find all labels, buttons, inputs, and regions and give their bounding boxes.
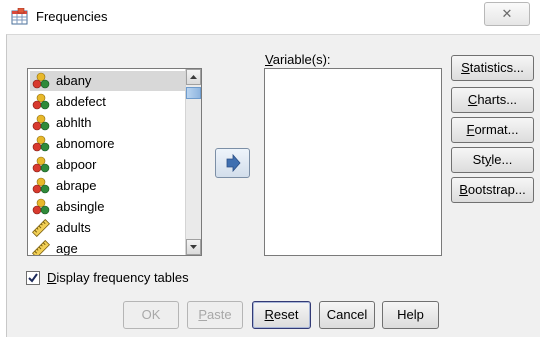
variable-item-abany[interactable]: abany	[30, 71, 185, 91]
format-button[interactable]: Format...	[451, 117, 534, 143]
variable-label: adults	[56, 220, 91, 235]
source-variable-list[interactable]: abany abdefect abhlth abnomore abpoor abrape a…	[27, 68, 202, 256]
frequencies-app-icon	[11, 8, 28, 25]
cancel-button[interactable]: Cancel	[319, 301, 375, 329]
variable-label: abnomore	[56, 136, 115, 151]
variable-item-abnomore[interactable]: abnomore	[30, 134, 185, 154]
scroll-up-arrow[interactable]	[186, 69, 201, 85]
nominal-icon	[32, 114, 50, 132]
variable-item-abpoor[interactable]: abpoor	[30, 155, 185, 175]
display-frequency-tables-checkbox[interactable]	[26, 271, 40, 285]
target-variables-list[interactable]	[264, 68, 442, 256]
scroll-up-icon	[190, 75, 197, 79]
variable-label: abhlth	[56, 115, 92, 130]
close-button[interactable]: ✕	[484, 2, 530, 26]
checkmark-icon	[28, 273, 38, 283]
scroll-down-icon	[190, 245, 197, 249]
nominal-icon	[32, 93, 50, 111]
variable-label: age	[56, 241, 78, 256]
variable-item-adults[interactable]: adults	[30, 218, 185, 238]
ok-button[interactable]: OK	[123, 301, 179, 329]
scroll-thumb[interactable]	[186, 87, 201, 99]
variable-label: abrape	[56, 178, 97, 193]
style-button[interactable]: Style...	[451, 147, 534, 173]
statistics-button[interactable]: Statistics...	[451, 55, 534, 81]
display-frequency-tables-label[interactable]: Display frequency tables	[47, 270, 189, 285]
variable-label: abpoor	[56, 157, 97, 172]
variable-item-abrape[interactable]: abrape	[30, 176, 185, 196]
reset-button[interactable]: Reset	[252, 301, 311, 329]
title-bar: Frequencies ✕	[0, 0, 540, 34]
nominal-icon	[32, 156, 50, 174]
scale-icon	[31, 218, 51, 238]
variable-label: abdefect	[56, 94, 106, 109]
nominal-icon	[32, 177, 50, 195]
variable-label: absingle	[56, 199, 105, 214]
variables-label: Variable(s):	[265, 52, 331, 67]
scroll-down-arrow[interactable]	[186, 239, 201, 255]
scale-icon	[31, 239, 51, 255]
charts-button[interactable]: Charts...	[451, 87, 534, 113]
list-scrollbar[interactable]	[185, 69, 201, 255]
variable-item-abhlth[interactable]: abhlth	[30, 113, 185, 133]
nominal-icon	[32, 198, 50, 216]
variable-label: abany	[56, 73, 92, 88]
right-arrow-icon	[226, 153, 241, 173]
window-title: Frequencies	[36, 9, 108, 24]
variable-item-age[interactable]: age	[30, 239, 185, 256]
move-to-variables-button[interactable]	[215, 148, 250, 178]
variable-item-abdefect[interactable]: abdefect	[30, 92, 185, 112]
nominal-icon	[32, 135, 50, 153]
variable-item-absingle[interactable]: absingle	[30, 197, 185, 217]
paste-button[interactable]: Paste	[187, 301, 243, 329]
close-icon: ✕	[501, 6, 513, 21]
bootstrap-button[interactable]: Bootstrap...	[451, 177, 534, 203]
nominal-icon	[32, 72, 50, 90]
help-button[interactable]: Help	[382, 301, 439, 329]
